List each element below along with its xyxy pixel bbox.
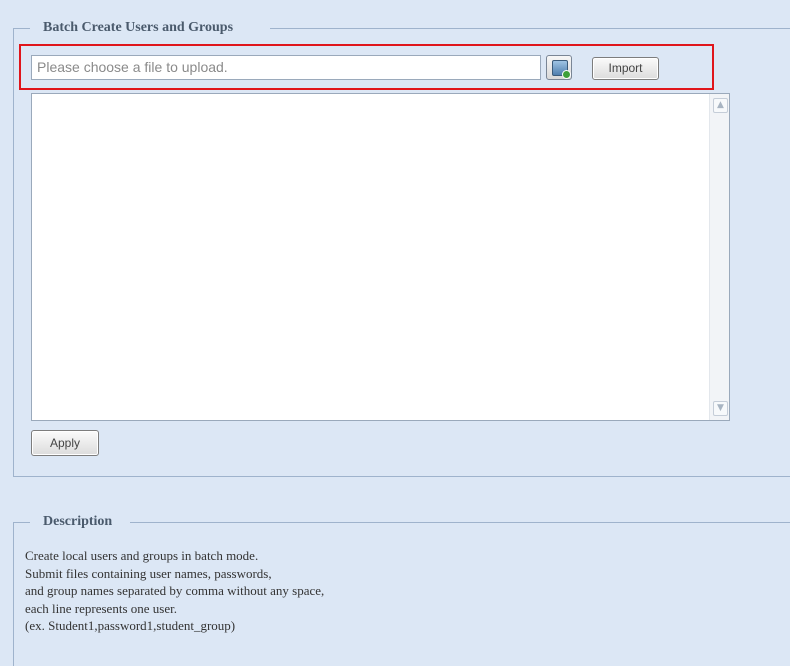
file-path-input[interactable]: Please choose a file to upload. [31, 55, 541, 80]
description-line: Create local users and groups in batch m… [25, 548, 259, 563]
batch-fieldset-top-border-left [13, 28, 30, 29]
apply-button[interactable]: Apply [31, 430, 99, 456]
textarea-scrollbar[interactable]: ▲ ▼ [709, 94, 729, 420]
description-fieldset-top-border-right [130, 522, 790, 523]
batch-fieldset-bottom-border [13, 476, 790, 477]
description-line: Submit files containing user names, pass… [25, 565, 272, 581]
import-button[interactable]: Import [592, 57, 659, 80]
description-line: each line represents one user. [25, 600, 177, 616]
description-fieldset-top-border-left [13, 522, 30, 523]
file-browse-icon [552, 60, 571, 79]
user-list-textarea[interactable]: ▲ ▼ [31, 93, 730, 421]
description-text: Create local users and groups in batch m… [25, 547, 324, 635]
description-line: (ex. Student1,password1,student_group) [25, 618, 236, 633]
batch-fieldset-top-border-right [270, 28, 790, 29]
description-fieldset-legend: Description [38, 513, 118, 531]
batch-fieldset-legend: Batch Create Users and Groups [38, 19, 239, 37]
batch-fieldset-left-border [13, 28, 14, 476]
description-fieldset-left-border [13, 522, 14, 666]
description-line: and group names separated by comma witho… [25, 583, 325, 598]
scroll-up-arrow-icon[interactable]: ▲ [713, 98, 728, 113]
browse-file-button[interactable] [546, 55, 572, 80]
scroll-down-arrow-icon[interactable]: ▼ [713, 401, 728, 416]
